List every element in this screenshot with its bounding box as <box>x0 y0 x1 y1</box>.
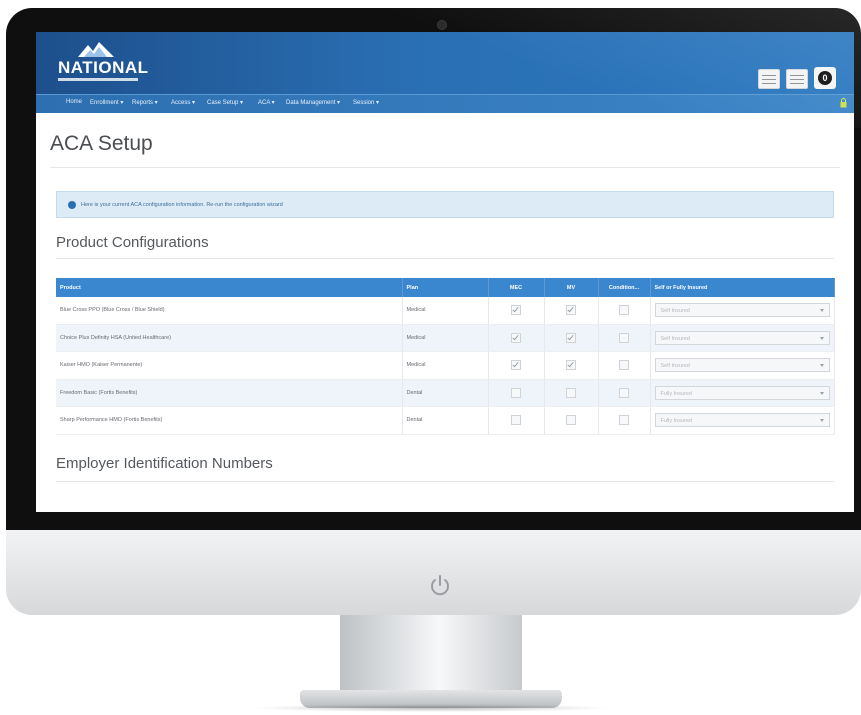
info-alert: Here is your current ACA configuration i… <box>56 191 834 218</box>
table-row: Kaiser HMO (Kaiser Permanente) Medical S… <box>56 351 835 380</box>
product-name-cell: Choice Plus Definity HSA (United Healthc… <box>56 324 403 352</box>
mec-checkbox[interactable] <box>511 360 521 371</box>
app-screen: NATIONAL 0 Home Enrollment ▾ Reports ▾ A… <box>36 32 854 512</box>
plan-cell: Medical <box>402 351 489 380</box>
product-name-cell: Blue Cross PPO (Blue Cross / Blue Shield… <box>56 297 403 325</box>
column-header-mv[interactable]: MV <box>544 278 599 297</box>
table-row: Freedom Basic (Fortis Benefits) Dental F… <box>56 379 835 407</box>
product-name-cell: Sharp Performance HMO (Fortis Benefits) <box>56 406 403 435</box>
document-icon[interactable] <box>786 69 808 89</box>
plan-cell: Dental <box>402 379 489 407</box>
caret-down-icon <box>819 309 824 313</box>
table-row: Sharp Performance HMO (Fortis Benefits) … <box>56 406 835 435</box>
table-row: Choice Plus Definity HSA (United Healthc… <box>56 324 835 352</box>
mv-checkbox[interactable] <box>566 305 576 316</box>
caret-down-icon <box>819 336 824 340</box>
nav-access[interactable]: Access ▾ <box>171 99 195 106</box>
table-header-row: Product Plan MEC MV Condition... Self or… <box>56 278 835 297</box>
notification-icon[interactable]: 0 <box>814 67 836 89</box>
page-title: ACA Setup <box>50 132 153 155</box>
column-header-insured[interactable]: Self or Fully Insured <box>650 278 835 297</box>
camera-icon <box>437 20 447 30</box>
nav-enrollment[interactable]: Enrollment ▾ <box>90 99 123 106</box>
nav-case-setup[interactable]: Case Setup ▾ <box>207 99 243 106</box>
nav-aca[interactable]: ACA ▾ <box>258 99 275 106</box>
mv-checkbox[interactable] <box>566 332 576 343</box>
product-name-cell: Freedom Basic (Fortis Benefits) <box>56 379 403 407</box>
divider <box>50 167 840 168</box>
insured-select-value: Self Insured <box>660 363 690 370</box>
conditional-checkbox[interactable] <box>619 360 629 371</box>
logo-underline <box>58 78 138 81</box>
conditional-checkbox[interactable] <box>619 387 629 398</box>
mec-checkbox[interactable] <box>511 305 521 316</box>
insured-select-value: Fully Insured <box>660 390 693 397</box>
plan-cell: Dental <box>402 406 489 435</box>
product-configurations-heading: Product Configurations <box>56 234 209 251</box>
product-name-cell: Kaiser HMO (Kaiser Permanente) <box>56 351 403 380</box>
nav-data-management[interactable]: Data Management ▾ <box>286 99 340 106</box>
mec-checkbox[interactable] <box>511 387 521 398</box>
insured-select[interactable]: Self Insured <box>654 358 830 373</box>
column-header-product[interactable]: Product <box>56 278 403 297</box>
insured-select[interactable]: Fully Insured <box>654 413 830 428</box>
monitor-stand <box>340 615 522 695</box>
insured-select-value: Self Insured <box>660 308 690 315</box>
column-header-conditional[interactable]: Condition... <box>598 278 651 297</box>
insured-select[interactable]: Self Insured <box>654 330 830 345</box>
nav-session[interactable]: Session ▾ <box>353 99 379 106</box>
plan-cell: Medical <box>402 297 489 325</box>
insured-select-value: Fully Insured <box>660 418 693 425</box>
column-header-plan[interactable]: Plan <box>402 278 489 297</box>
caret-down-icon <box>819 391 824 395</box>
mv-checkbox[interactable] <box>566 387 576 398</box>
conditional-checkbox[interactable] <box>619 415 629 426</box>
mountain-logo-icon <box>78 42 114 57</box>
logo-text[interactable]: NATIONAL <box>58 58 149 78</box>
mec-checkbox[interactable] <box>511 415 521 426</box>
insured-select-value: Self Insured <box>660 335 690 342</box>
app-header: NATIONAL 0 <box>36 32 854 94</box>
stand-shadow <box>250 704 612 712</box>
info-text[interactable]: Here is your current ACA configuration i… <box>81 202 283 208</box>
conditional-checkbox[interactable] <box>619 305 629 316</box>
document-icon[interactable] <box>758 69 780 89</box>
product-configurations-table: Product Plan MEC MV Condition... Self or… <box>56 278 835 435</box>
main-navbar: Home Enrollment ▾ Reports ▾ Access ▾ Cas… <box>36 94 854 113</box>
nav-reports[interactable]: Reports ▾ <box>132 99 158 106</box>
mec-checkbox[interactable] <box>511 332 521 343</box>
divider <box>56 258 834 259</box>
insured-select[interactable]: Self Insured <box>654 303 830 318</box>
power-icon[interactable] <box>426 572 454 600</box>
caret-down-icon <box>819 419 824 423</box>
column-header-mec[interactable]: MEC <box>488 278 545 297</box>
nav-home[interactable]: Home <box>66 99 82 105</box>
insured-select[interactable]: Fully Insured <box>654 385 830 400</box>
caret-down-icon <box>819 364 824 368</box>
info-icon <box>68 201 76 209</box>
mv-checkbox[interactable] <box>566 360 576 371</box>
conditional-checkbox[interactable] <box>619 332 629 343</box>
table-row: Blue Cross PPO (Blue Cross / Blue Shield… <box>56 297 835 325</box>
notification-badge: 0 <box>818 71 832 85</box>
employer-identification-heading: Employer Identification Numbers <box>56 455 273 472</box>
divider <box>56 481 834 482</box>
mv-checkbox[interactable] <box>566 415 576 426</box>
lock-icon[interactable] <box>840 98 847 108</box>
plan-cell: Medical <box>402 324 489 352</box>
